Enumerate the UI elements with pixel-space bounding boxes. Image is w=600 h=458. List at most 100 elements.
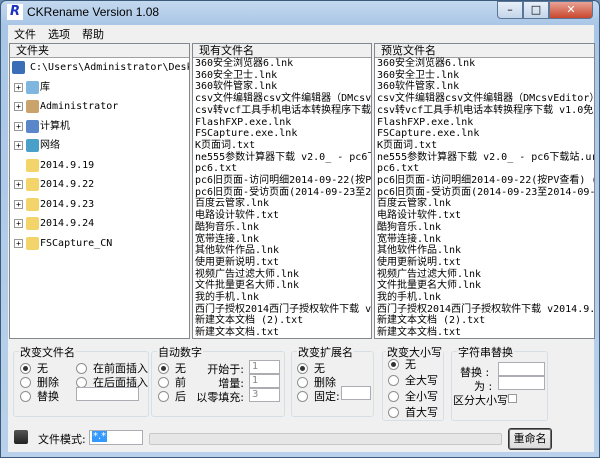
file-item[interactable]: 360安全卫士.lnk [195, 70, 371, 82]
file-item[interactable]: 新建文本文档 (2).txt [377, 315, 594, 327]
file-item[interactable]: csv转vcf工具手机电话本转换程序下载 v1.0免费 [195, 105, 371, 117]
expand-icon[interactable]: + [14, 219, 23, 228]
file-item[interactable]: 西门子授权2014西门子授权软件下载 v2014.9.16 [377, 304, 594, 316]
menu-help[interactable]: 帮助 [76, 25, 110, 41]
file-item[interactable]: FSCapture.exe.lnk [195, 128, 371, 140]
file-item[interactable]: 我的手机.lnk [377, 292, 594, 304]
radio-case-lower[interactable]: 全小写 [388, 388, 438, 404]
change-name-group: 改变文件名 无 删除 替换 在前面插入 在后面插入 [13, 344, 149, 417]
radio-num-back[interactable]: 后 [158, 388, 186, 404]
current-file-list[interactable]: 360安全浏览器6.lnk 360安全卫士.lnk 360软件管家.lnk csv文件… [193, 58, 371, 338]
pattern-label: 文件模式: [38, 433, 86, 446]
tree-root[interactable]: C:\Users\Administrator\Desktop [10, 58, 189, 78]
folder-icon [26, 80, 39, 94]
start-input[interactable]: 1 [249, 360, 280, 374]
case-sensitive-checkbox[interactable] [508, 394, 517, 403]
file-item[interactable]: 宽带连接.lnk [377, 234, 594, 246]
group-label: 改变扩展名 [297, 344, 354, 360]
file-item[interactable]: 宽带连接.lnk [195, 234, 371, 246]
file-item[interactable]: csv转vcf工具手机电话本转换程序下载 v1.0免费 [377, 105, 594, 117]
progress-bar [149, 433, 502, 445]
file-item[interactable]: pc6旧页面-访问明细2014-09-22(按PV查看) (1). [377, 175, 594, 187]
file-item[interactable]: FlashFXP.exe.lnk [195, 117, 371, 129]
file-item[interactable]: pc6.txt [195, 163, 371, 175]
tree-item[interactable]: 2014.9.19 [10, 156, 189, 176]
file-item[interactable]: 其他软件作品.lnk [195, 245, 371, 257]
expand-icon[interactable]: + [14, 121, 23, 131]
file-item[interactable]: pc6旧页面-受访页面(2014-09-23至2014-09-23). [195, 187, 371, 199]
radio-case-none[interactable]: 无 [388, 356, 416, 372]
minimize-button[interactable]: – [497, 1, 523, 19]
file-item[interactable]: 360软件管家.lnk [195, 81, 371, 93]
expand-icon[interactable]: + [14, 141, 23, 150]
preview-file-list[interactable]: 360安全浏览器6.lnk 360安全卫士.lnk 360软件管家.lnk csv文件… [375, 58, 594, 338]
file-item[interactable]: pc6.txt [377, 163, 594, 175]
expand-icon[interactable]: + [14, 180, 23, 189]
expand-icon[interactable]: + [14, 238, 23, 248]
app-window: R CKRename Version 1.08 – □ ✕ 文件 选项 帮助 文… [0, 0, 600, 458]
step-input[interactable]: 1 [249, 374, 280, 388]
tree-item[interactable]: + FSCapture_CN [10, 234, 189, 254]
file-item[interactable]: K页面词.txt [377, 140, 594, 152]
file-item[interactable]: pc6旧页面-受访页面(2014-09-23至2014-09-23). [377, 187, 594, 199]
file-item[interactable]: ne555参数计算器下载 v2.0_ - pc6下载站.url [195, 152, 371, 164]
radio-name-replace[interactable]: 替换 [20, 388, 59, 404]
find-input[interactable] [498, 362, 545, 376]
file-item[interactable]: 我的手机.lnk [195, 292, 371, 304]
file-item[interactable]: 其他软件作品.lnk [377, 245, 594, 257]
file-item[interactable]: 电路设计软件.txt [195, 210, 371, 222]
file-item[interactable]: 酷狗音乐.lnk [377, 222, 594, 234]
file-item[interactable]: 西门子授权2014西门子授权软件下载 v2014.9.16 [195, 304, 371, 316]
tree-item[interactable]: + 网络 [10, 136, 189, 156]
expand-icon[interactable]: + [14, 199, 23, 209]
menu-file[interactable]: 文件 [8, 25, 42, 41]
file-item[interactable]: 电路设计软件.txt [377, 210, 594, 222]
file-item[interactable]: csv文件编辑器csv文件编辑器（DMcsvEditor）下载 [377, 93, 594, 105]
tree-item[interactable]: +2014.9.23 [10, 195, 189, 215]
file-item[interactable]: 视频广告过滤大师.lnk [195, 269, 371, 281]
tree-item[interactable]: + 计算机 [10, 117, 189, 137]
tree-item[interactable]: +2014.9.22 [10, 175, 189, 195]
tree-item[interactable]: + 库 [10, 78, 189, 98]
file-item[interactable]: FSCapture.exe.lnk [377, 128, 594, 140]
file-item[interactable]: 新建文本文档.txt [377, 327, 594, 338]
close-button[interactable]: ✕ [549, 1, 593, 19]
file-item[interactable]: pc6旧页面-访问明细2014-09-22(按PV查看) (1). [195, 175, 371, 187]
file-item[interactable]: 视频广告过滤大师.lnk [377, 269, 594, 281]
pad-input[interactable]: 3 [249, 388, 280, 402]
radio-ext-fixed[interactable]: 固定: [297, 388, 340, 404]
file-item[interactable]: 使用更新说明.txt [195, 257, 371, 269]
file-item[interactable]: 360软件管家.lnk [377, 81, 594, 93]
file-item[interactable]: 360安全浏览器6.lnk [377, 58, 594, 70]
file-item[interactable]: ne555参数计算器下载 v2.0_ - pc6下载站.url [377, 152, 594, 164]
menu-options[interactable]: 选项 [42, 25, 76, 41]
with-input[interactable] [498, 376, 545, 390]
radio-case-upper[interactable]: 全大写 [388, 372, 438, 388]
folder-icon [26, 178, 39, 191]
pattern-input[interactable]: *.* [89, 430, 143, 445]
file-item[interactable]: 使用更新说明.txt [377, 257, 594, 269]
file-item[interactable]: K页面词.txt [195, 140, 371, 152]
file-item[interactable]: csv文件编辑器csv文件编辑器（DMcsvEditor）下载 [195, 93, 371, 105]
tree-item[interactable]: +2014.9.24 [10, 214, 189, 234]
ext-input[interactable] [341, 386, 371, 400]
expand-icon[interactable]: + [14, 82, 23, 92]
file-item[interactable]: 酷狗音乐.lnk [195, 222, 371, 234]
rename-button[interactable]: 重命名 [508, 428, 552, 450]
file-item[interactable]: 新建文本文档 (2).txt [195, 315, 371, 327]
file-item[interactable]: 百度云管家.lnk [195, 198, 371, 210]
radio-case-title[interactable]: 首大写 [388, 404, 438, 420]
tree-item[interactable]: + Administrator [10, 97, 189, 117]
file-item[interactable]: 360安全卫士.lnk [377, 70, 594, 82]
expand-icon[interactable]: + [14, 102, 23, 111]
file-item[interactable]: 新建文本文档.txt [195, 327, 371, 338]
desktop-icon [12, 61, 25, 74]
file-item[interactable]: 360安全浏览器6.lnk [195, 58, 371, 70]
name-text-input[interactable] [76, 387, 139, 401]
file-item[interactable]: 百度云管家.lnk [377, 198, 594, 210]
file-item[interactable]: 文件批量更名大师.lnk [377, 280, 594, 292]
file-item[interactable]: 文件批量更名大师.lnk [195, 280, 371, 292]
file-item[interactable]: FlashFXP.exe.lnk [377, 117, 594, 129]
maximize-button[interactable]: □ [523, 1, 549, 19]
window-title: CKRename Version 1.08 [27, 5, 160, 19]
